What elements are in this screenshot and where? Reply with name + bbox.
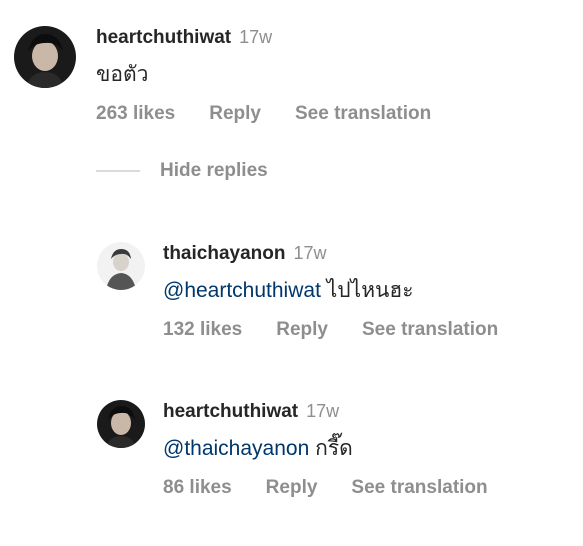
mention-link[interactable]: @heartchuthiwat <box>163 279 321 302</box>
reply-comment: heartchuthiwat 17w @thaichayanon กรี๊ด 8… <box>97 400 488 499</box>
username[interactable]: heartchuthiwat <box>96 27 231 49</box>
comment-text: @heartchuthiwat ไปไหนฮะ <box>163 277 498 305</box>
avatar-photo-icon <box>14 26 76 88</box>
comments-thread: heartchuthiwat 17w ขอตัว 263 likes Reply… <box>0 0 583 546</box>
comment-body: ไปไหนฮะ <box>326 279 414 302</box>
reply-comment: thaichayanon 17w @heartchuthiwat ไปไหนฮะ… <box>97 242 498 341</box>
timestamp: 17w <box>239 27 273 47</box>
mention-link[interactable]: @thaichayanon <box>163 437 309 460</box>
comment-actions: 132 likes Reply See translation <box>163 319 498 341</box>
reply-button[interactable]: Reply <box>209 103 261 125</box>
comment-text: ขอตัว <box>96 61 431 89</box>
comment-actions: 263 likes Reply See translation <box>96 103 431 125</box>
timestamp: 17w <box>293 243 327 263</box>
avatar[interactable] <box>97 242 145 290</box>
see-translation-button[interactable]: See translation <box>362 319 498 341</box>
hide-replies-label: Hide replies <box>160 160 268 181</box>
username[interactable]: heartchuthiwat <box>163 401 298 423</box>
see-translation-button[interactable]: See translation <box>295 103 431 125</box>
comment-body: กรี๊ด <box>315 437 353 460</box>
see-translation-button[interactable]: See translation <box>351 477 487 499</box>
likes-count[interactable]: 132 likes <box>163 319 242 341</box>
likes-count[interactable]: 86 likes <box>163 477 232 499</box>
divider <box>96 170 140 172</box>
timestamp: 17w <box>306 401 340 421</box>
comment-body: ขอตัว <box>96 63 149 86</box>
reply-button[interactable]: Reply <box>276 319 328 341</box>
username[interactable]: thaichayanon <box>163 243 285 265</box>
avatar-photo-icon <box>97 242 145 290</box>
comment-text: @thaichayanon กรี๊ด <box>163 435 488 463</box>
avatar[interactable] <box>14 26 76 88</box>
avatar-photo-icon <box>97 400 145 448</box>
reply-button[interactable]: Reply <box>266 477 318 499</box>
hide-replies-button[interactable]: Hide replies <box>96 160 268 182</box>
comment-actions: 86 likes Reply See translation <box>163 477 488 499</box>
avatar[interactable] <box>97 400 145 448</box>
comment: heartchuthiwat 17w ขอตัว 263 likes Reply… <box>14 26 431 125</box>
likes-count[interactable]: 263 likes <box>96 103 175 125</box>
